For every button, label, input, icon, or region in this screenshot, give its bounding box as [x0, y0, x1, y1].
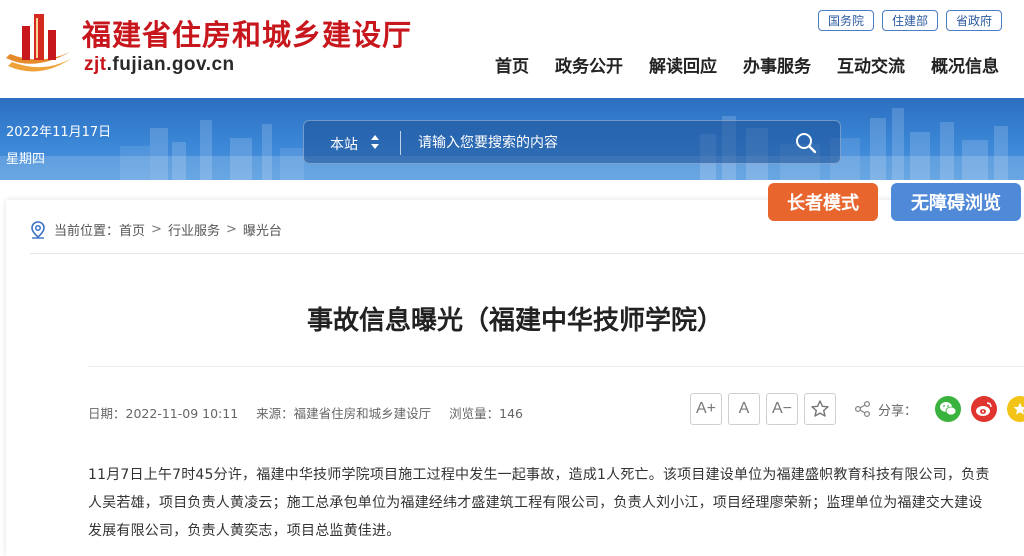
share-bar: 分享： [854, 396, 1024, 422]
share-label: 分享： [878, 403, 918, 419]
article-source: 来源：福建省住房和城乡建设厅 [256, 406, 432, 421]
search-input[interactable] [418, 131, 778, 155]
wechat-icon [940, 402, 957, 416]
main-nav: 首页 政务公开 解读回应 办事服务 互动交流 概况信息 [482, 52, 1012, 77]
breadcrumb-exposure[interactable]: 曝光台 [243, 220, 282, 239]
content-card: 当前位置： 首页 > 行业服务 > 曝光台 事故信息曝光（福建中华技师学院） 日… [6, 200, 1024, 556]
article-tools: A+ A A− [690, 393, 836, 425]
banner: 2022年11月17日 星期四 本站 [0, 98, 1024, 180]
breadcrumb-separator: > [225, 222, 237, 237]
font-reset-button[interactable]: A [728, 393, 760, 425]
article-body: 11月7日上午7时45分许，福建中华技师学院项目施工过程中发生一起事故，造成1人… [88, 461, 1022, 545]
share-qzone-button[interactable] [1007, 396, 1024, 422]
search-scope-select[interactable]: 本站 [330, 134, 358, 154]
nav-gov-affairs[interactable]: 政务公开 [542, 52, 636, 77]
font-increase-button[interactable]: A+ [690, 393, 722, 425]
article-meta: 日期：2022-11-09 10:11 来源：福建省住房和城乡建设厅 浏览量：1… [88, 403, 523, 422]
breadcrumb-home[interactable]: 首页 [119, 220, 145, 239]
updown-arrows-icon [371, 135, 379, 149]
nav-interpretation[interactable]: 解读回应 [636, 52, 730, 77]
share-wechat-button[interactable] [935, 396, 962, 422]
site-header: 福建省住房和城乡建设厅 zjt.fujian.gov.cn 国务院 住建部 省政… [0, 0, 1024, 98]
article-body-line: 人吴若雄，项目负责人黄凌云；施工总承包单位为福建经纬才盛建筑工程有限公司，负责人… [88, 495, 983, 511]
logo-emblem-icon [6, 14, 72, 72]
title-divider [88, 366, 1024, 367]
font-decrease-button[interactable]: A− [766, 393, 798, 425]
search-icon[interactable] [794, 131, 818, 155]
breadcrumb-separator: > [151, 222, 162, 237]
nav-interaction[interactable]: 互动交流 [824, 52, 918, 77]
location-pin-icon [31, 220, 45, 239]
article-title: 事故信息曝光（福建中华技师学院） [306, 306, 723, 336]
domain-prefix: zjt [84, 54, 107, 75]
current-date: 2022年11月17日 [6, 125, 112, 140]
article-body-line: 11月7日上午7时45分许，福建中华技师学院项目施工过程中发生一起事故，造成1人… [88, 467, 990, 483]
top-link-mohurd[interactable]: 住建部 [881, 10, 938, 31]
breadcrumb: 当前位置： 首页 > 行业服务 > 曝光台 [30, 220, 282, 239]
article-date: 日期：2022-11-09 10:11 [88, 406, 239, 421]
article-body-line: 发展有限公司，负责人黄奕志，项目总监黄佳进。 [88, 523, 401, 539]
favorite-button[interactable] [804, 393, 836, 425]
site-domain: zjt.fujian.gov.cn [84, 54, 235, 76]
weibo-icon [976, 402, 992, 416]
breadcrumb-prefix: 当前位置： [54, 224, 120, 239]
top-link-province[interactable]: 省政府 [945, 10, 1002, 31]
nav-overview[interactable]: 概况信息 [918, 52, 1012, 77]
qzone-star-icon [1013, 402, 1024, 415]
star-icon [811, 400, 829, 417]
site-logo[interactable]: 福建省住房和城乡建设厅 zjt.fujian.gov.cn [0, 0, 440, 98]
top-link-state-council[interactable]: 国务院 [817, 10, 874, 31]
breadcrumb-divider [30, 253, 1024, 254]
nav-services[interactable]: 办事服务 [730, 52, 824, 77]
domain-rest: .fujian.gov.cn [106, 54, 235, 75]
share-icon [854, 400, 871, 418]
nav-home[interactable]: 首页 [482, 52, 542, 77]
elder-mode-button[interactable]: 长者模式 [768, 183, 878, 221]
site-title: 福建省住房和城乡建设厅 [82, 18, 413, 52]
search-divider [400, 131, 401, 155]
top-links: 国务院 住建部 省政府 [817, 10, 1002, 31]
search-bar: 本站 [303, 120, 841, 164]
accessible-browse-button[interactable]: 无障碍浏览 [891, 183, 1021, 221]
article-views: 浏览量：146 [449, 406, 524, 421]
current-weekday: 星期四 [6, 152, 46, 167]
share-weibo-button[interactable] [971, 396, 998, 422]
breadcrumb-industry-services[interactable]: 行业服务 [168, 220, 220, 239]
